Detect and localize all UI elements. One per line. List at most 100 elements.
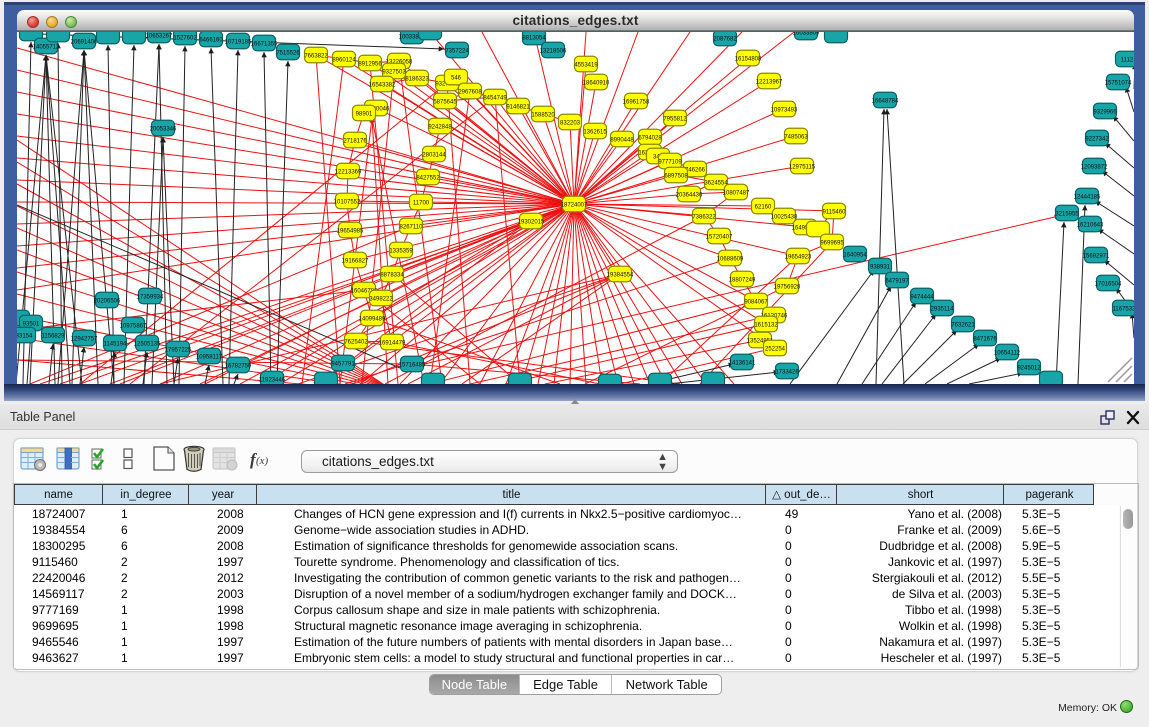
- svg-text:7625402: 7625402: [344, 340, 368, 346]
- svg-text:3215955: 3215955: [1055, 212, 1079, 218]
- svg-text:16033809: 16033809: [793, 32, 820, 37]
- svg-text:19654985: 19654985: [337, 229, 364, 235]
- svg-text:19302015: 19302015: [518, 220, 545, 226]
- svg-text:1362615: 1362615: [583, 130, 607, 136]
- svg-text:3624554: 3624554: [704, 181, 728, 187]
- svg-text:20691406: 20691406: [71, 40, 98, 46]
- svg-text:2803144: 2803144: [422, 153, 446, 159]
- svg-text:13218506: 13218506: [540, 49, 567, 55]
- svg-text:16671355: 16671355: [251, 42, 278, 48]
- svg-text:9227342: 9227342: [1085, 137, 1109, 143]
- svg-text:18807249: 18807249: [729, 278, 756, 284]
- svg-text:14099489: 14099489: [359, 317, 386, 323]
- svg-text:10025438: 10025438: [771, 215, 798, 221]
- svg-text:16782759: 16782759: [225, 364, 252, 370]
- svg-text:18640910: 18640910: [583, 81, 610, 87]
- svg-text:15692971: 15692971: [1083, 254, 1110, 260]
- svg-text:8471676: 8471676: [973, 337, 997, 343]
- svg-text:1112: 1112: [1121, 58, 1134, 64]
- svg-text:(x): (x): [256, 455, 269, 467]
- svg-text:9329966: 9329966: [1093, 110, 1117, 116]
- svg-text:12444185: 12444185: [1074, 195, 1101, 201]
- svg-text:8813054: 8813054: [522, 36, 546, 42]
- svg-text:16648784: 16648784: [872, 99, 899, 105]
- svg-text:3498222: 3498222: [369, 297, 393, 303]
- svg-text:12213967: 12213967: [756, 80, 783, 86]
- svg-text:8990448: 8990448: [610, 138, 634, 144]
- svg-text:12942757: 12942757: [71, 337, 98, 343]
- svg-text:1145194: 1145194: [104, 342, 128, 348]
- svg-text:1640954: 1640954: [843, 253, 867, 259]
- svg-text:2935114: 2935114: [931, 307, 955, 313]
- svg-text:7485063: 7485063: [784, 135, 808, 141]
- svg-text:62160: 62160: [755, 205, 772, 211]
- svg-text:10973493: 10973493: [771, 108, 798, 114]
- svg-text:19654923: 19654923: [785, 255, 812, 261]
- svg-text:12975115: 12975115: [789, 165, 816, 171]
- svg-text:8454749: 8454749: [483, 96, 507, 102]
- svg-text:16961758: 16961758: [623, 100, 650, 106]
- svg-text:546: 546: [451, 76, 462, 82]
- svg-text:16154808: 16154808: [735, 57, 762, 63]
- svg-text:15751074: 15751074: [1105, 81, 1132, 87]
- svg-text:8186323: 8186323: [405, 77, 429, 83]
- svg-text:12505135: 12505135: [134, 342, 161, 348]
- svg-text:17016504: 17016504: [1095, 282, 1122, 288]
- svg-text:7955812: 7955812: [663, 117, 687, 123]
- svg-text:16210643: 16210643: [1077, 223, 1104, 229]
- svg-text:10958117: 10958117: [196, 355, 223, 361]
- svg-text:20206506: 20206506: [94, 299, 121, 305]
- svg-text:252254: 252254: [765, 347, 786, 353]
- svg-text:15716485: 15716485: [399, 363, 426, 369]
- svg-text:10688609: 10688609: [717, 257, 744, 263]
- svg-text:9245012: 9245012: [1017, 366, 1041, 372]
- svg-text:9457791: 9457791: [331, 362, 355, 368]
- svg-text:1615132: 1615132: [754, 323, 778, 329]
- svg-text:11923446: 11923446: [259, 378, 286, 384]
- svg-text:9777109: 9777109: [658, 160, 682, 166]
- svg-text:16914479: 16914479: [379, 341, 406, 347]
- svg-text:17957225: 17957225: [165, 348, 192, 354]
- svg-text:10975867: 10975867: [120, 324, 147, 330]
- svg-text:8878334: 8878334: [380, 273, 404, 279]
- svg-text:938931: 938931: [870, 265, 891, 271]
- svg-text:1733426: 1733426: [775, 370, 799, 376]
- svg-text:19756928: 19756928: [774, 285, 801, 291]
- svg-text:8427552: 8427552: [416, 176, 440, 182]
- svg-text:6897508: 6897508: [664, 174, 688, 180]
- svg-text:9242848: 9242848: [428, 125, 452, 131]
- svg-text:9474444: 9474444: [910, 295, 934, 301]
- svg-text:6479197: 6479197: [885, 279, 909, 285]
- svg-text:832203: 832203: [560, 121, 581, 127]
- svg-text:16543382: 16543382: [369, 83, 396, 89]
- svg-text:12093872: 12093872: [1081, 165, 1108, 171]
- svg-text:2967608: 2967608: [458, 90, 482, 96]
- svg-text:9146821: 9146821: [506, 105, 530, 111]
- svg-text:12213369: 12213369: [335, 170, 362, 176]
- svg-text:6466160: 6466160: [199, 38, 223, 44]
- svg-text:9699695: 9699695: [820, 241, 844, 247]
- svg-text:19166827: 19166827: [342, 259, 369, 265]
- svg-text:33154: 33154: [17, 334, 33, 340]
- svg-text:19384554: 19384554: [607, 273, 634, 279]
- svg-text:8960124: 8960124: [332, 58, 356, 64]
- svg-text:14055712: 14055712: [33, 45, 60, 51]
- svg-text:11700: 11700: [413, 201, 430, 207]
- svg-text:1335359: 1335359: [389, 249, 413, 255]
- svg-text:10719185: 10719185: [225, 40, 252, 46]
- svg-text:7386322: 7386322: [692, 215, 716, 221]
- svg-text:98901: 98901: [356, 112, 373, 118]
- svg-text:10653267: 10653267: [146, 34, 173, 40]
- svg-text:7663822: 7663822: [304, 54, 328, 60]
- svg-text:4553419: 4553419: [574, 63, 598, 69]
- svg-text:15720407: 15720407: [706, 235, 733, 241]
- svg-text:8912956: 8912956: [358, 62, 382, 68]
- svg-text:93501: 93501: [23, 322, 40, 328]
- svg-text:10654112: 10654112: [994, 351, 1021, 357]
- svg-text:6794028: 6794028: [638, 136, 662, 142]
- svg-text:2087682: 2087682: [713, 37, 737, 43]
- svg-text:20364436: 20364436: [676, 193, 703, 199]
- svg-text:5875645: 5875645: [433, 100, 457, 106]
- svg-text:7357224: 7357224: [445, 49, 469, 55]
- svg-text:18724007: 18724007: [561, 203, 588, 209]
